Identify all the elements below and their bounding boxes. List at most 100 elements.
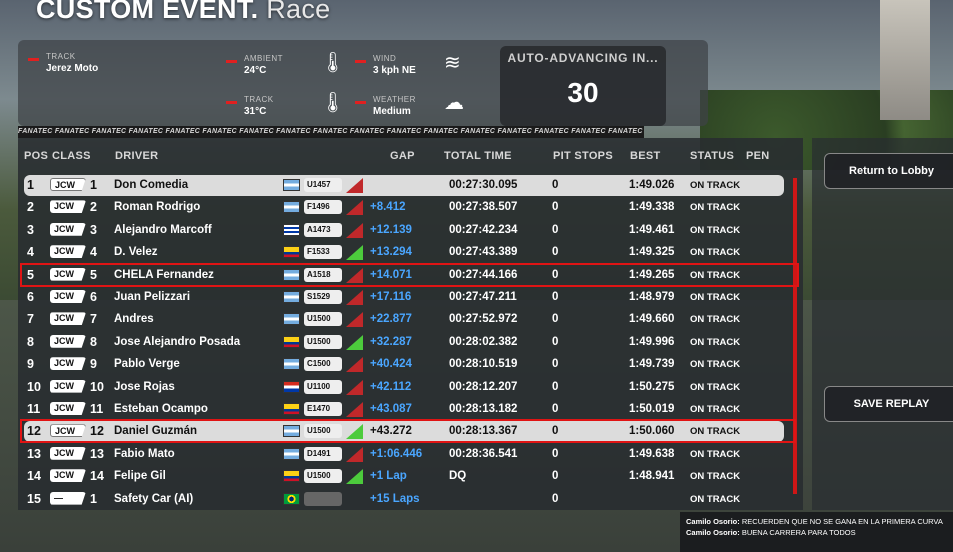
table-row[interactable]: 14 JCW 14 Felipe Gil U1500 +1 Lap DQ 0 1:48.941 O…: [24, 466, 784, 487]
info-ambient-label: AMBIENT: [244, 54, 284, 63]
class-badge: JCW: [50, 469, 86, 483]
status-badge: ON TRACK: [690, 247, 741, 259]
pit-stops: 0: [552, 335, 559, 348]
driver-name: D. Velez: [114, 246, 158, 259]
info-wind-label: WIND: [373, 54, 397, 63]
table-row[interactable]: 15 — 1 Safety Car (AI) +15 Laps 0 ON TRACK: [24, 489, 784, 510]
table-row[interactable]: 7 JCW 7 Andres U1500 +22.877 00:27:52.972 0 1:49…: [24, 309, 784, 330]
highlight-box: [20, 263, 799, 287]
license-badge: U1100: [304, 379, 342, 394]
table-row[interactable]: 2 JCW 2 Roman Rodrigo F1496 +8.412 00:27:38.50…: [24, 197, 784, 218]
pit-stops: 0: [552, 447, 559, 460]
car-number: 10: [90, 379, 104, 394]
total-time: 00:28:02.382: [449, 335, 518, 348]
table-row[interactable]: 3 JCW 3 Alejandro Marcoff A1473 +12.139 00:27:…: [24, 220, 784, 241]
pit-stops: 0: [552, 313, 559, 326]
driver-name: Don Comedia: [114, 179, 189, 191]
col-status: STATUS: [690, 150, 735, 162]
gap-value: +8.412: [370, 201, 406, 214]
row-pos: 14: [27, 469, 41, 484]
info-track-label: TRACK: [46, 52, 76, 61]
trend-up-icon: [346, 245, 363, 261]
gap-value: +1:06.446: [370, 447, 423, 460]
info-weather-value: Medium: [373, 106, 411, 117]
license-badge: F1533: [304, 245, 342, 260]
trend-up-icon: [346, 469, 363, 485]
car-number: 9: [90, 357, 97, 372]
class-badge: JCW: [50, 446, 86, 460]
flag-icon: [283, 291, 300, 303]
total-time: 00:28:13.182: [449, 403, 518, 415]
flag-icon: [283, 403, 300, 415]
trend-down-icon: [346, 222, 363, 238]
table-row[interactable]: 6 JCW 6 Juan Pelizzari S1529 +17.116 00:27:47.…: [24, 287, 784, 308]
total-time: 00:28:36.541: [449, 447, 518, 460]
table-row[interactable]: 1 JCW 1 Don Comedia U1457 00:27:30.095 0 1:49.0…: [24, 175, 784, 196]
trend-down-icon: [346, 379, 363, 395]
col-pos: POS: [24, 150, 49, 162]
right-panel: [812, 138, 953, 510]
status-badge: ON TRACK: [690, 359, 741, 371]
col-best: BEST: [630, 150, 661, 162]
best-lap: 1:49.638: [629, 447, 675, 460]
gap-value: +32.287: [370, 335, 412, 348]
col-gap: GAP: [390, 150, 415, 162]
thermometer-icon: 🌡: [320, 90, 346, 114]
row-pos: 13: [27, 446, 41, 461]
pit-stops: 0: [552, 380, 559, 393]
car-number: 8: [90, 334, 97, 349]
table-row[interactable]: 13 JCW 13 Fabio Mato D1491 +1:06.446 00:28:36.…: [24, 444, 784, 465]
license-badge: U1457: [304, 178, 342, 192]
table-row[interactable]: 10 JCW 10 Jose Rojas U1100 +42.112 00:28:12.20…: [24, 377, 784, 398]
pit-stops: 0: [552, 492, 559, 505]
trend-down-icon: [346, 290, 363, 305]
flag-icon: [283, 246, 300, 259]
total-time: 00:27:43.389: [449, 246, 518, 259]
best-lap: 1:50.019: [629, 403, 675, 415]
flag-icon: [283, 380, 300, 393]
total-time: 00:27:47.211: [449, 291, 517, 303]
license-badge: C1500: [304, 357, 342, 372]
driver-name: Jose Rojas: [114, 380, 175, 393]
total-time: 00:28:12.207: [449, 380, 518, 393]
save-replay-button[interactable]: SAVE REPLAY: [824, 386, 953, 422]
car-number: 1: [90, 178, 97, 192]
chat-box: Camilo Osorio: RECUERDEN QUE NO SE GANA …: [680, 512, 953, 552]
status-badge: ON TRACK: [690, 314, 741, 326]
driver-name: Esteban Ocampo: [114, 403, 208, 415]
best-lap: 1:48.941: [629, 470, 675, 483]
license-badge: E1470: [304, 402, 342, 416]
status-badge: ON TRACK: [690, 202, 741, 214]
table-row[interactable]: 4 JCW 4 D. Velez F1533 +13.294 00:27:43.389 0 1:…: [24, 242, 784, 263]
table-row[interactable]: 9 JCW 9 Pablo Verge C1500 +40.424 00:28:10.519…: [24, 354, 784, 375]
trend-down-icon: [346, 312, 363, 328]
trend-up-icon: [346, 334, 363, 350]
col-driver: DRIVER: [115, 150, 159, 162]
row-pos: 9: [27, 357, 34, 372]
license-badge: U1500: [304, 312, 342, 327]
status-badge: ON TRACK: [690, 180, 741, 191]
flag-icon: [283, 335, 300, 348]
col-class: CLASS: [52, 150, 91, 162]
class-badge: JCW: [50, 334, 86, 348]
license-badge: D1491: [304, 446, 342, 461]
info-wind-value: 3 kph NE: [373, 65, 416, 76]
car-number: 7: [90, 312, 97, 327]
gap-value: +40.424: [370, 358, 412, 371]
row-pos: 4: [27, 245, 34, 260]
col-total: TOTAL TIME: [444, 150, 512, 162]
total-time: 00:27:42.234: [449, 223, 518, 236]
class-badge: JCW: [50, 245, 86, 259]
pit-stops: 0: [552, 201, 559, 214]
table-row[interactable]: 8 JCW 8 Jose Alejandro Posada U1500 +32.287 00…: [24, 332, 784, 353]
driver-name: Jose Alejandro Posada: [114, 335, 241, 348]
auto-advance-label: AUTO-ADVANCING IN...: [507, 51, 659, 65]
return-to-lobby-button[interactable]: Return to Lobby: [824, 153, 953, 189]
gap-value: +1 Lap: [370, 470, 407, 483]
table-row[interactable]: 11 JCW 11 Esteban Ocampo E1470 +43.087 00:28:1…: [24, 399, 784, 420]
license-badge: [304, 491, 342, 506]
license-badge: U1500: [304, 334, 342, 349]
table-scrollbar[interactable]: [793, 178, 797, 494]
gap-value: +17.116: [370, 291, 412, 303]
trend-down-icon: [346, 357, 363, 373]
